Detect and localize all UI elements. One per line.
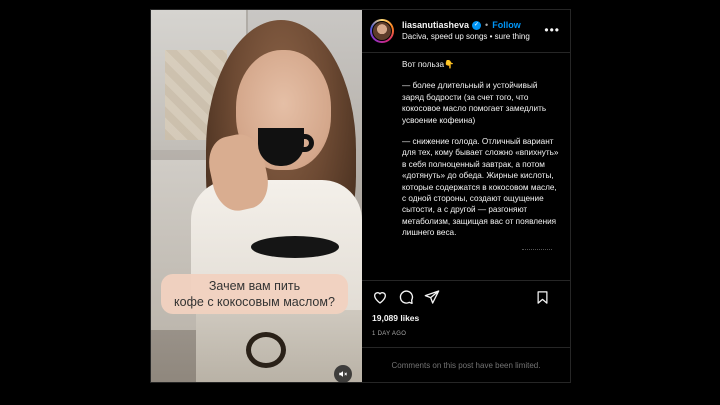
caption-paragraph: — более длительный и устойчивый заряд бо… [402,81,547,125]
comments-limited-notice: Comments on this post have been limited. [362,347,570,382]
caption-paragraph: Вот польза👇 [402,60,455,69]
follow-button[interactable]: Follow [492,19,521,31]
post-sidebar: liasanutiasheva ✓ • Follow Daciva, speed… [362,10,570,382]
comment-icon[interactable] [398,289,414,305]
verified-badge-icon: ✓ [472,20,482,30]
heart-icon[interactable] [372,289,388,305]
caption-area: Вот польза👇 — более длительный и устойчи… [362,53,570,280]
separator-dot: • [485,20,489,30]
likes-count[interactable]: 19,089 likes [362,313,570,327]
post-media[interactable]: Зачем вам пить кофе с кокосовым маслом? [151,10,362,382]
media-caption-overlay: Зачем вам пить кофе с кокосовым маслом? [161,274,348,314]
belt-buckle [246,332,286,368]
speaker-muted-icon [339,371,348,377]
caption-paragraph: — снижение голода. Отличный вариант для … [402,137,559,238]
avatar[interactable] [370,19,394,43]
instagram-post: Зачем вам пить кофе с кокосовым маслом? … [150,9,571,383]
action-bar [362,280,570,313]
username-link[interactable]: liasanutiasheva [402,19,469,31]
truncated-text-hint [522,248,552,256]
post-timestamp[interactable]: 1 DAY AGO [362,327,570,347]
audio-link[interactable]: Daciva, speed up songs • sure thing [402,31,530,43]
mute-button[interactable] [334,365,352,382]
saucer [251,236,339,258]
post-header: liasanutiasheva ✓ • Follow Daciva, speed… [362,10,570,53]
share-icon[interactable] [424,289,440,305]
more-options-icon[interactable]: ••• [544,24,560,36]
bookmark-icon[interactable] [535,290,550,305]
